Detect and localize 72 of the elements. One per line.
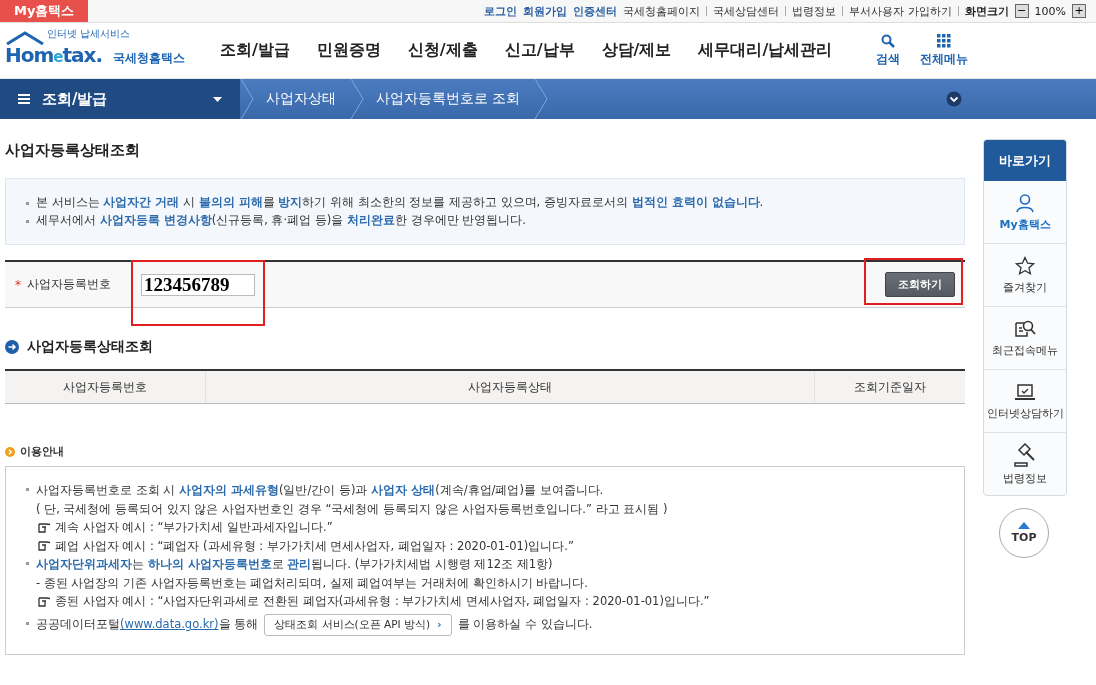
notice-text: 세무서에서 사업자등록 변경사항(신규등록, 휴·폐업 등)을 처리완료한 경우에만 반영됩니다.: [26, 213, 944, 228]
star-icon: [1015, 255, 1035, 276]
gavel-icon: [1013, 442, 1037, 467]
breadcrumb-item[interactable]: 사업자상태: [254, 90, 350, 108]
zoom-value: 100%: [1034, 4, 1066, 18]
open-api-button[interactable]: 상태조회 서비스(오픈 API 방식) ›: [264, 613, 452, 636]
expand-icon[interactable]: [946, 91, 962, 107]
top-link[interactable]: 로그인: [484, 3, 518, 19]
laptop-icon: [1014, 381, 1036, 402]
top-link[interactable]: 회원가입: [523, 3, 568, 19]
quick-menu-item[interactable]: 최근접속메뉴: [984, 306, 1066, 369]
chevron-separator-icon: [534, 79, 549, 119]
quick-menu-item[interactable]: My홈택스: [984, 181, 1066, 243]
zoom-out-button[interactable]: −: [1014, 4, 1029, 18]
guide-text: ( 단, 국세청에 등록되어 있지 않은 사업자번호인 경우 “국세청에 등록되지 않은 사업자등록번호입니다.” 라고 표시됨 ): [36, 500, 668, 518]
breadcrumb-item[interactable]: 사업자등록번호로 조회: [364, 90, 535, 108]
document-search-icon: [1014, 318, 1036, 339]
guide-text: 를 이용하실 수 있습니다.: [457, 616, 593, 634]
scroll-top-button[interactable]: TOP: [999, 508, 1049, 558]
menu-icon: [18, 94, 30, 104]
main-menu-item[interactable]: 조회/발급: [220, 40, 290, 61]
column-header: 사업자등록상태: [206, 371, 815, 403]
notice-text: 본 서비스는 사업자간 거래 시 불의의 피해를 방지하기 위해 최소한의 정보를 제공하고 있으며, 증빙자료로서의 법적인 효력이 없습니다.: [26, 195, 944, 210]
search-button[interactable]: 검색: [876, 33, 900, 68]
top-link[interactable]: 법령정보: [792, 3, 837, 19]
caret-icon: [213, 96, 222, 102]
required-mark: *: [15, 277, 21, 292]
main-menu-item[interactable]: 신청/제출: [407, 40, 478, 61]
top-link[interactable]: 인증센터: [573, 3, 618, 19]
page-title: 사업자등록상태조회: [5, 141, 141, 160]
quick-menu-item[interactable]: 즐겨찾기: [984, 243, 1066, 306]
registration-number-field[interactable]: 123456789: [141, 273, 255, 296]
hometax-logo[interactable]: 인터넷 납세서비스 Hometax. 국세청홈택스: [5, 30, 190, 71]
main-menu-item[interactable]: 상담/제보: [601, 40, 672, 61]
top-link[interactable]: 국세청홈페이지: [623, 3, 701, 19]
top-link[interactable]: 국세상담센터: [713, 3, 780, 19]
guide-text: 사업자단위과세자는 하나의 사업자등록번호로 관리됩니다. (부가가치세법 시행령 제12조 제1항): [26, 555, 553, 574]
top-link[interactable]: 부서사용자 가입하기: [849, 3, 952, 19]
triangle-up-icon: [1018, 522, 1030, 529]
guide-text: 종된 사업자 예시 : “사업자단위과세로 전환된 폐업자(과세유형 : 부가가치세 면세사업자, 폐업일자 : 2020-01-01)입니다.”: [55, 593, 710, 610]
guide-text: - 종된 사업장의 기존 사업자등록번호는 폐업처리되며, 실제 폐업여부는 거래처에 확인하시기 바랍니다.: [36, 574, 589, 592]
main-menu-item[interactable]: 세무대리/납세관리: [698, 40, 833, 61]
chevron-separator-icon: [350, 79, 364, 119]
column-header: 사업자등록번호: [5, 371, 206, 403]
zoom-in-button[interactable]: +: [1072, 4, 1086, 18]
chevron-circle-icon: [5, 446, 15, 457]
guide-text: 을 통해: [218, 616, 259, 634]
section-title: 사업자등록상태조회: [27, 338, 153, 356]
main-menu-item[interactable]: 민원증명: [316, 40, 381, 61]
search-icon: [881, 33, 895, 48]
quick-menu-item[interactable]: 법령정보: [984, 432, 1066, 495]
roof-icon: [5, 30, 45, 45]
all-menu-button[interactable]: 전체메뉴: [920, 33, 968, 68]
category-dropdown[interactable]: 조회/발급: [0, 79, 240, 119]
guide-text: 공공데이터포털: [26, 615, 120, 634]
quick-menu-title: 바로가기: [984, 140, 1066, 181]
quick-menu-item[interactable]: 인터넷상담하기: [984, 369, 1066, 432]
portal-link[interactable]: (www.data.go.kr): [120, 615, 219, 634]
guide-title: 이용안내: [20, 444, 64, 459]
search-button[interactable]: 조회하기: [885, 272, 955, 297]
main-menu-item[interactable]: 신고/납부: [504, 40, 575, 61]
guide-text: 사업자등록번호로 조회 시 사업자의 과세유형(일반/간이 등)과 사업자 상태(계속/휴업/폐업)를 보여줍니다.: [26, 481, 604, 500]
guide-text: 계속 사업자 예시 : “부가가치세 일반과세자입니다.”: [55, 519, 333, 536]
my-hometax-tab[interactable]: My홈택스: [0, 0, 89, 22]
grid-icon: [937, 33, 951, 48]
zoom-label: 화면크기: [964, 3, 1009, 19]
column-header: 조회기준일자: [853, 378, 927, 396]
field-label: 사업자등록번호: [27, 277, 111, 292]
chevron-separator-icon: [240, 79, 254, 119]
person-icon: [1015, 192, 1035, 213]
guide-text: 폐업 사업자 예시 : “폐업자 (과세유형 : 부가가치세 면세사업자, 폐업일자 : 2020-01-01)입니다.”: [55, 537, 574, 555]
arrow-circle-icon: [5, 340, 19, 354]
